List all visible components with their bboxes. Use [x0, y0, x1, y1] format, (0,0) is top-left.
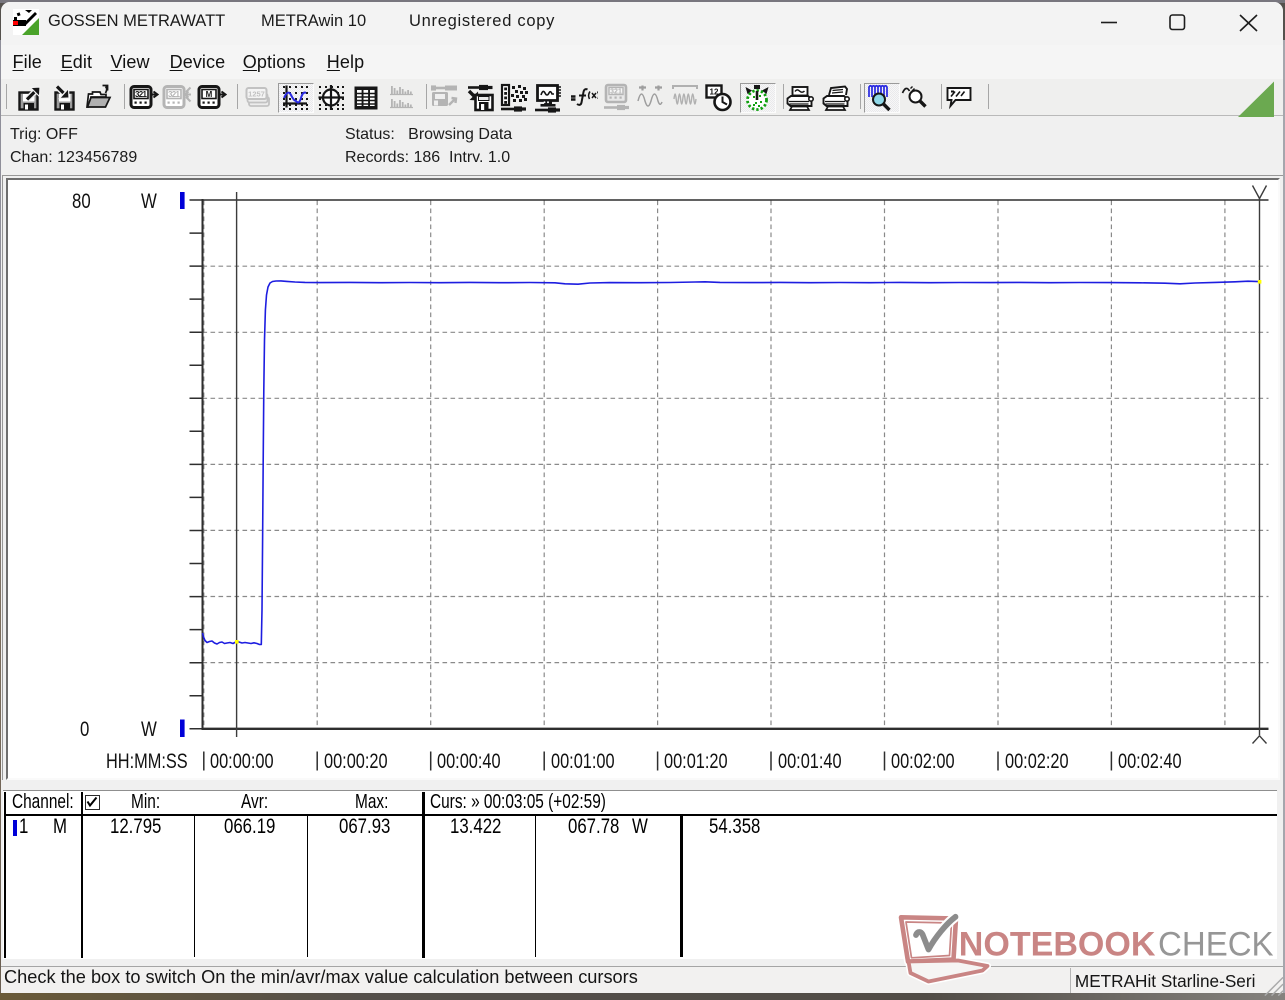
svg-text:NOTEBOOK: NOTEBOOK: [959, 926, 1156, 964]
svg-text:CHECK: CHECK: [1158, 926, 1274, 964]
